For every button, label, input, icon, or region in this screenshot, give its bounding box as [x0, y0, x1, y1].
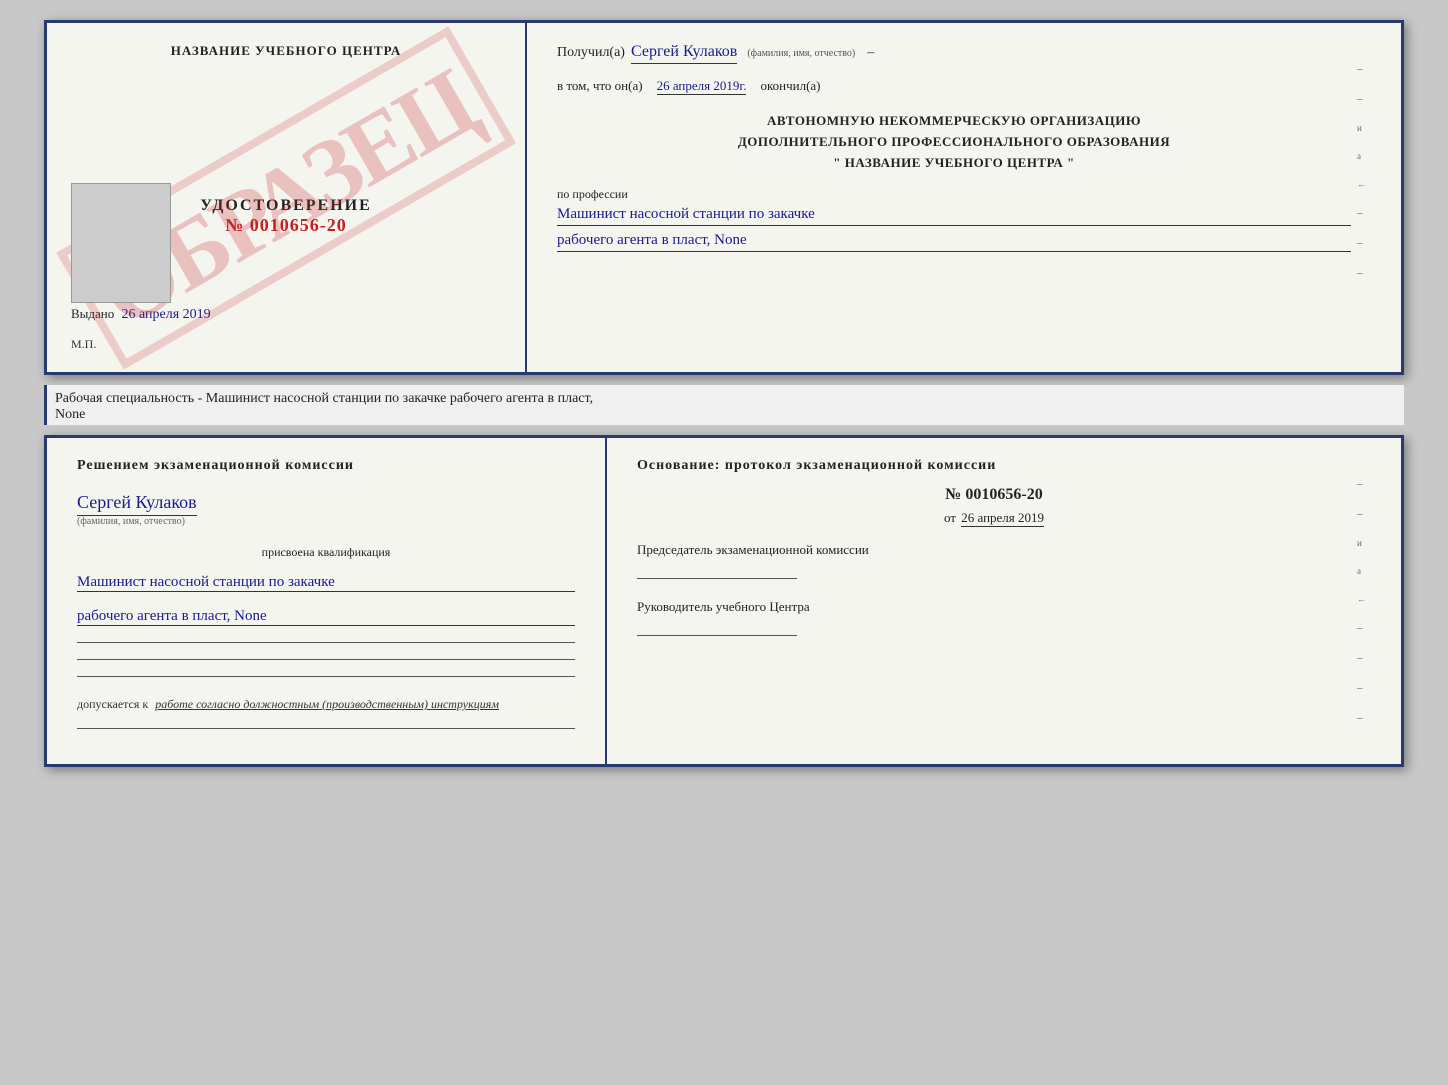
dopuskaetsya-label: допускается к: [77, 697, 148, 711]
underline-4: [77, 728, 575, 729]
underline-2: [77, 659, 575, 660]
vtom-label: в том, что он(а): [557, 78, 643, 94]
po-professii-label: по профессии: [557, 187, 1351, 202]
bottom-doc-right: Основание: протокол экзаменационной коми…: [607, 438, 1401, 764]
bottom-document: Решением экзаменационной комиссии Сергей…: [44, 435, 1404, 767]
right-side-dashes: – – и а ← – – –: [1351, 43, 1371, 299]
rukovoditel-sign-line: [637, 635, 797, 636]
ot-date-block: от 26 апреля 2019: [637, 510, 1351, 526]
vtom-line: в том, что он(а) 26 апреля 2019г. окончи…: [557, 78, 1351, 95]
right-main: Получил(а) Сергей Кулаков (фамилия, имя,…: [557, 43, 1351, 299]
bottom-right-inner: Основание: протокол экзаменационной коми…: [637, 458, 1371, 744]
prisvoena-text: присвоена квалификация: [77, 545, 575, 560]
poluchil-line: Получил(а) Сергей Кулаков (фамилия, имя,…: [557, 43, 1351, 64]
vtom-date: 26 апреля 2019г.: [657, 78, 747, 95]
predsedatel-sign-line: [637, 578, 797, 579]
org-block: АВТОНОМНУЮ НЕКОММЕРЧЕСКУЮ ОРГАНИЗАЦИЮ ДО…: [557, 111, 1351, 173]
mp-label: М.П.: [71, 337, 501, 352]
resheniyem-title: Решением экзаменационной комиссии: [77, 458, 575, 474]
org-line1: АВТОНОМНУЮ НЕКОММЕРЧЕСКУЮ ОРГАНИЗАЦИЮ: [557, 111, 1351, 132]
org-line3: " НАЗВАНИЕ УЧЕБНОГО ЦЕНТРА ": [557, 153, 1351, 174]
qual-line1: Машинист насосной станции по закачке: [77, 574, 575, 592]
org-line2: ДОПОЛНИТЕЛЬНОГО ПРОФЕССИОНАЛЬНОГО ОБРАЗО…: [557, 132, 1351, 153]
bottom-name-block: Сергей Кулаков (фамилия, имя, отчество): [77, 492, 575, 527]
dash1: –: [867, 45, 874, 61]
qual-line2: рабочего агента в пласт, None: [77, 608, 575, 626]
osnovanie-title: Основание: протокол экзаменационной коми…: [637, 458, 1351, 474]
predsedatel-block: Председатель экзаменационной комиссии: [637, 542, 1351, 579]
center-title: НАЗВАНИЕ УЧЕБНОГО ЦЕНТРА: [71, 43, 501, 59]
bottom-name-sub: (фамилия, имя, отчество): [77, 516, 575, 527]
vydano-date: 26 апреля 2019: [122, 307, 211, 322]
top-document: НАЗВАНИЕ УЧЕБНОГО ЦЕНТРА ОБРАЗЕЦ УДОСТОВ…: [44, 20, 1404, 375]
dopuskaetsya-val: работе согласно должностным (производств…: [155, 697, 499, 711]
bottom-right-main: Основание: протокол экзаменационной коми…: [637, 458, 1351, 744]
bottom-doc-left: Решением экзаменационной комиссии Сергей…: [47, 438, 607, 764]
protocol-number: № 0010656-20: [637, 486, 1351, 504]
right-inner: Получил(а) Сергей Кулаков (фамилия, имя,…: [557, 43, 1371, 299]
top-doc-left: НАЗВАНИЕ УЧЕБНОГО ЦЕНТРА ОБРАЗЕЦ УДОСТОВ…: [47, 23, 527, 372]
rukovoditel-block: Руководитель учебного Центра: [637, 599, 1351, 636]
recipient-name: Сергей Кулаков: [631, 43, 737, 64]
predsedatel-label: Председатель экзаменационной комиссии: [637, 542, 1351, 558]
profession-line1: Машинист насосной станции по закачке: [557, 206, 1351, 226]
okonchil-label: окончил(а): [760, 78, 820, 94]
underline-3: [77, 676, 575, 677]
fio-sub: (фамилия, имя, отчество): [747, 48, 855, 59]
ot-label: от: [944, 510, 956, 525]
bottom-recipient-name: Сергей Кулаков: [77, 492, 197, 516]
rukovoditel-label: Руководитель учебного Центра: [637, 599, 1351, 615]
vydano-label: Выдано: [71, 306, 114, 321]
ot-date: 26 апреля 2019: [961, 510, 1044, 527]
dopuskaetsya-block: допускается к работе согласно должностны…: [77, 697, 575, 712]
subtitle-line2: None: [55, 407, 1396, 423]
underline-1: [77, 642, 575, 643]
profession-line2: рабочего агента в пласт, None: [557, 232, 1351, 252]
bottom-right-dashes: – – и а ← – – – –: [1351, 458, 1371, 744]
subtitle-line1: Рабочая специальность - Машинист насосно…: [55, 391, 1396, 407]
photo-placeholder: [71, 183, 171, 303]
poluchil-label: Получил(а): [557, 45, 625, 61]
subtitle-block: Рабочая специальность - Машинист насосно…: [44, 385, 1404, 425]
top-doc-right: Получил(а) Сергей Кулаков (фамилия, имя,…: [527, 23, 1401, 372]
